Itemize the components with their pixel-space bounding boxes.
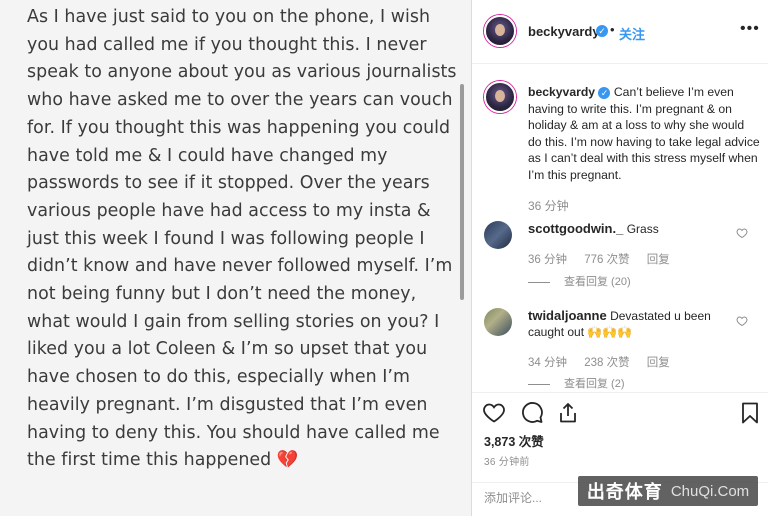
reply-button[interactable]: 回复	[647, 357, 670, 369]
comment-likes[interactable]: 776 次赞	[584, 254, 629, 266]
comment-avatar[interactable]	[484, 308, 512, 336]
header-separator: •	[610, 22, 615, 37]
watermark-cn: 出奇体育	[586, 482, 663, 503]
comment-username[interactable]: twidaljoanne	[528, 308, 607, 323]
author-avatar[interactable]	[484, 15, 516, 47]
likes-count[interactable]: 3,873 次赞	[484, 431, 544, 450]
view-replies-label: 查看回复 (2)	[564, 378, 625, 390]
post-timestamp[interactable]: 36 分钟前	[484, 453, 530, 468]
raised-hands-emoji: 🙌🙌🙌	[587, 325, 633, 339]
bookmark-icon[interactable]	[738, 401, 762, 425]
post-image[interactable]: As I have just said to you on the phone,…	[0, 0, 472, 516]
comment-meta: 36 分钟 776 次赞 回复	[528, 251, 684, 267]
comment-like-icon[interactable]	[736, 227, 748, 239]
verified-badge-icon: ✓	[596, 25, 608, 37]
view-replies-button[interactable]: 查看回复 (2)	[528, 375, 625, 391]
site-watermark: 出奇体育 ChuQi.Com	[578, 476, 758, 506]
more-options-icon[interactable]: •••	[740, 20, 760, 38]
replies-dash	[528, 383, 550, 385]
caption-body: beckyvardy ✓ Can’t believe I’m even havi…	[528, 84, 760, 183]
caption-text: Can’t believe I’m even having to write t…	[528, 85, 760, 182]
follow-button[interactable]: 关注	[619, 24, 645, 43]
post-actions: 3,873 次赞 36 分钟前	[472, 392, 768, 482]
comment-text: Grass	[626, 222, 659, 236]
note-text: As I have just said to you on the phone,…	[27, 7, 457, 471]
comment-body: scottgoodwin._ Grass	[528, 221, 728, 237]
comment-time[interactable]: 34 分钟	[528, 357, 567, 369]
view-replies-button[interactable]: 查看回复 (20)	[528, 273, 631, 289]
verified-badge-icon: ✓	[598, 86, 611, 99]
comment-likes[interactable]: 238 次赞	[584, 357, 629, 369]
watermark-en: ChuQi.Com	[670, 482, 750, 500]
comment-avatar[interactable]	[484, 221, 512, 249]
comment-meta: 34 分钟 238 次赞 回复	[528, 354, 684, 370]
view-replies-label: 查看回复 (20)	[564, 276, 631, 288]
heart-icon[interactable]	[482, 401, 506, 425]
note-scrollbar	[460, 84, 464, 300]
comment-username[interactable]: scottgoodwin._	[528, 221, 623, 236]
caption-username[interactable]: beckyvardy	[528, 85, 595, 99]
share-icon[interactable]	[556, 401, 580, 425]
post-sidebar: beckyvardy ✓ • 关注 ••• beckyvardy ✓ Can’t…	[472, 0, 768, 516]
post-header: beckyvardy ✓ • 关注 •••	[472, 0, 768, 64]
comment-time[interactable]: 36 分钟	[528, 254, 567, 266]
comment-like-icon[interactable]	[736, 315, 748, 327]
comments-section: beckyvardy ✓ Can’t believe I’m even havi…	[472, 65, 768, 392]
author-username[interactable]: beckyvardy	[528, 24, 600, 39]
comment-icon[interactable]	[520, 401, 544, 425]
comment-body: twidaljoanne Devastated u been caught ou…	[528, 308, 728, 340]
caption-time[interactable]: 36 分钟	[528, 197, 569, 214]
reply-button[interactable]: 回复	[647, 254, 670, 266]
replies-dash	[528, 281, 550, 283]
caption-avatar[interactable]	[484, 81, 516, 113]
